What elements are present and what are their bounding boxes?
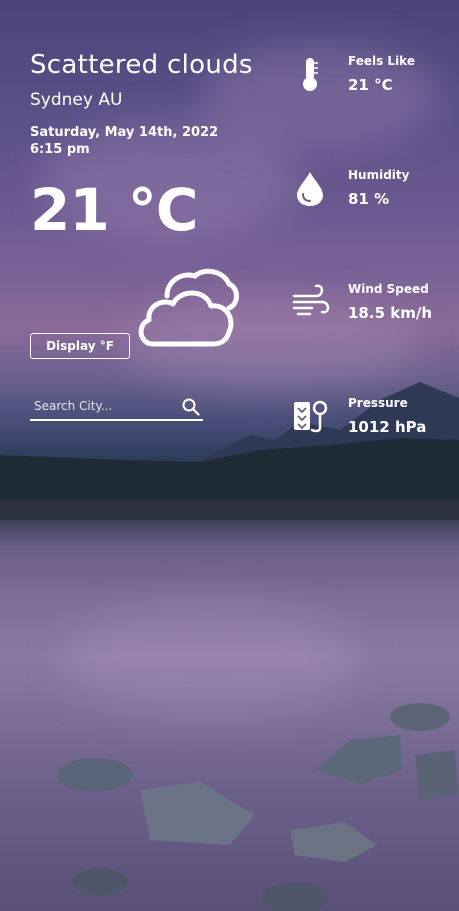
stat-label: Wind Speed: [348, 282, 429, 296]
pressure-icon: [294, 400, 328, 433]
stat-label: Humidity: [348, 168, 410, 182]
stat-label: Pressure: [348, 396, 408, 410]
time-text: 6:15 pm: [30, 142, 90, 157]
thermometer-icon: [303, 58, 318, 91]
search-icon[interactable]: [181, 397, 201, 417]
wind-icon: [292, 284, 330, 316]
stat-label: Feels Like: [348, 54, 415, 68]
weather-description: Scattered clouds: [30, 50, 253, 80]
stat-value: 18.5 km/h: [348, 304, 432, 322]
stat-value: 81 %: [348, 190, 390, 208]
location-name: Sydney AU: [30, 90, 123, 110]
unit-toggle-button[interactable]: Display °F: [30, 333, 130, 359]
current-weather-panel: Scattered clouds Sydney AU Saturday, May…: [30, 50, 253, 421]
date-time: Saturday, May 14th, 2022 6:15 pm: [30, 124, 253, 158]
search-input[interactable]: [30, 393, 175, 419]
current-temperature: 21 °C: [30, 176, 198, 244]
water-drop-icon: [297, 172, 323, 206]
cloud-icon: [138, 268, 240, 347]
stat-value: 1012 hPa: [348, 418, 427, 436]
stat-value: 21 °C: [348, 76, 393, 94]
date-text: Saturday, May 14th, 2022: [30, 125, 219, 140]
city-search: [30, 393, 203, 421]
